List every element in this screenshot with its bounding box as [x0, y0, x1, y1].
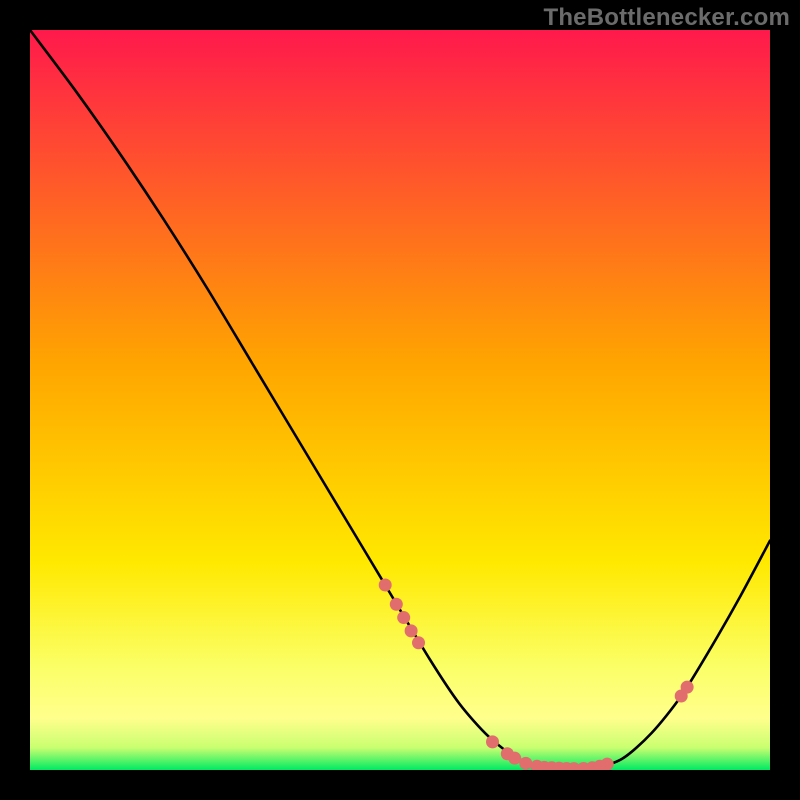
- data-point-marker: [519, 757, 532, 770]
- watermark-label: TheBottlenecker.com: [543, 4, 790, 32]
- chart-background-gradient: [30, 30, 770, 770]
- data-point-marker: [681, 681, 694, 694]
- root-panel: TheBottlenecker.com: [0, 0, 800, 800]
- data-point-marker: [486, 735, 499, 748]
- data-point-marker: [508, 752, 521, 765]
- data-point-marker: [397, 611, 410, 624]
- data-point-marker: [601, 758, 614, 770]
- bottleneck-chart: [30, 30, 770, 770]
- data-point-marker: [390, 598, 403, 611]
- data-point-marker: [412, 636, 425, 649]
- chart-svg: [30, 30, 770, 770]
- data-point-marker: [405, 624, 418, 637]
- data-point-marker: [379, 579, 392, 592]
